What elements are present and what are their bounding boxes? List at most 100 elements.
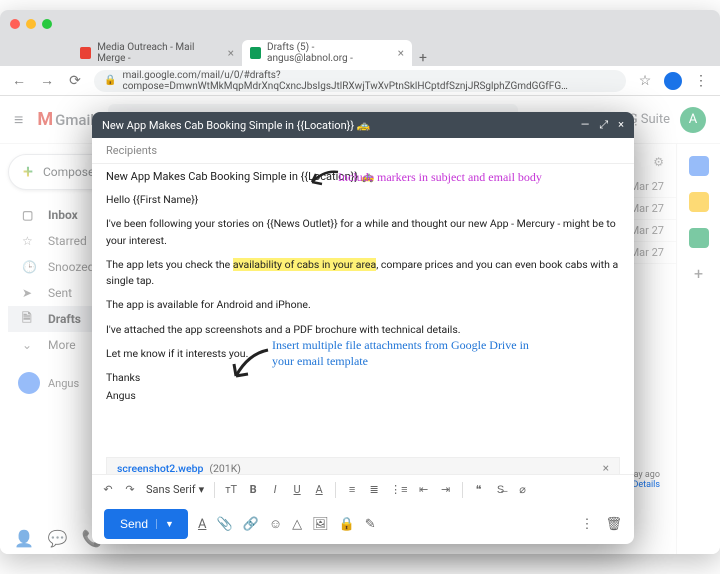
addons-plus-icon[interactable]: +: [694, 264, 703, 283]
browser-tab-1[interactable]: Drafts (5) - angus@labnol.org - ×: [242, 40, 412, 66]
confidential-icon[interactable]: 🔒: [339, 517, 355, 532]
body-sig2: Angus: [106, 388, 620, 404]
indent-less-icon[interactable]: ⇤: [418, 483, 430, 496]
gmail-m-icon: M: [37, 109, 53, 130]
strikethrough-icon[interactable]: S̶: [495, 483, 507, 496]
file-icon: 🗎: [22, 309, 36, 330]
compose-label: Compose: [43, 165, 94, 179]
insert-link-icon[interactable]: 🔗: [243, 517, 259, 532]
insert-emoji-icon[interactable]: ☺: [269, 516, 282, 532]
send-bar: Send ▼ A 📎 🔗 ☺ △ 🖼 🔒 ✎ ⋮ 🗑: [92, 504, 634, 544]
account-avatar[interactable]: A: [680, 107, 706, 133]
discard-draft-icon[interactable]: 🗑: [605, 517, 622, 532]
inbox-icon: ▢: [22, 208, 36, 222]
sheets-favicon-icon: [80, 47, 91, 59]
profile-icon[interactable]: [664, 72, 682, 90]
tab-title: Media Outreach - Mail Merge -: [97, 42, 221, 64]
menu-icon[interactable]: ≡: [14, 110, 23, 130]
chrome-menu-icon[interactable]: ⋮: [692, 73, 710, 89]
clear-format-icon[interactable]: ⌀: [517, 483, 529, 496]
minimize-window-dot[interactable]: [26, 19, 36, 29]
compose-window: New App Makes Cab Booking Simple in {{Lo…: [92, 112, 634, 544]
numbered-list-icon[interactable]: ≣: [368, 483, 380, 496]
text-color-icon[interactable]: A: [313, 483, 325, 496]
font-size-icon[interactable]: тT: [225, 483, 237, 496]
body-greeting: Hello {{First Name}}: [106, 192, 620, 208]
address-bar-row: ← → ⟳ 🔒 mail.google.com/mail/u/0/#drafts…: [0, 66, 720, 96]
tab-close-icon[interactable]: ×: [228, 46, 234, 60]
undo-icon[interactable]: ↶: [102, 483, 114, 496]
reload-icon[interactable]: ⟳: [66, 73, 84, 89]
italic-icon[interactable]: I: [269, 483, 281, 496]
hangouts-contacts-icon[interactable]: 👤: [14, 529, 34, 548]
close-icon[interactable]: ×: [618, 118, 624, 132]
send-options-caret[interactable]: ▼: [156, 519, 174, 529]
body-p5: Let me know if it interests you.: [106, 346, 620, 362]
star-icon: ☆: [22, 234, 36, 248]
insert-drive-icon[interactable]: △: [292, 517, 302, 532]
attach-file-icon[interactable]: 📎: [216, 517, 232, 532]
insert-signature-icon[interactable]: ✎: [365, 517, 376, 532]
popout-icon[interactable]: ⤢: [599, 118, 608, 132]
compose-titlebar[interactable]: New App Makes Cab Booking Simple in {{Lo…: [92, 112, 634, 138]
highlight-text: availability of cabs in your area: [233, 258, 376, 271]
hangouts-bar: 👤 💬 📞: [14, 529, 102, 548]
keep-addon-icon[interactable]: [689, 192, 709, 212]
new-tab-button[interactable]: +: [412, 50, 434, 66]
bulleted-list-icon[interactable]: ⋮≡: [390, 483, 407, 496]
send-button[interactable]: Send ▼: [104, 509, 188, 539]
body-p1: I've been following your stories on {{Ne…: [106, 216, 620, 249]
compose-body[interactable]: Hello {{First Name}} I've been following…: [92, 188, 634, 474]
body-p3: The app is available for Android and iPh…: [106, 297, 620, 313]
close-window-dot[interactable]: [10, 19, 20, 29]
attachments: screenshot2.webp(201K)× screenshots1.web…: [106, 457, 620, 474]
remove-attachment-icon[interactable]: ×: [603, 459, 609, 474]
compose-title: New App Makes Cab Booking Simple in {{Lo…: [102, 119, 371, 132]
tab-close-icon[interactable]: ×: [398, 46, 404, 60]
indent-more-icon[interactable]: ⇥: [440, 483, 452, 496]
gmail-logo[interactable]: M Gmail: [37, 109, 94, 130]
body-p2: The app lets you check the availability …: [106, 257, 620, 290]
more-options-icon[interactable]: ⋮: [580, 517, 593, 532]
contact-avatar-icon: [18, 372, 40, 394]
underline-icon[interactable]: U: [291, 483, 303, 496]
hangouts-chat-icon[interactable]: 💬: [48, 529, 68, 548]
tab-title: Drafts (5) - angus@labnol.org -: [267, 42, 392, 64]
quote-icon[interactable]: ❝: [473, 483, 485, 496]
lock-icon: 🔒: [104, 75, 116, 86]
recipients-field[interactable]: Recipients: [92, 138, 634, 164]
chevron-down-icon: ▾: [199, 483, 205, 496]
body-p4: I've attached the app screenshots and a …: [106, 322, 620, 338]
insert-photo-icon[interactable]: 🖼: [312, 517, 329, 532]
gsuite-label: G Suite: [629, 112, 670, 127]
gmail-favicon-icon: [250, 47, 261, 59]
forward-icon[interactable]: →: [38, 72, 56, 89]
tasks-addon-icon[interactable]: [689, 228, 709, 248]
back-icon[interactable]: ←: [10, 72, 28, 89]
format-toolbar: ↶ ↷ Sans Serif ▾ тT B I U A ≡ ≣ ⋮≡ ⇤ ⇥ ❝…: [92, 474, 634, 504]
subject-field[interactable]: New App Makes Cab Booking Simple in {{Lo…: [92, 164, 634, 188]
formatting-icon[interactable]: A: [198, 517, 206, 532]
side-panel: +: [676, 144, 720, 554]
font-selector[interactable]: Sans Serif ▾: [146, 483, 204, 496]
settings-gear-icon[interactable]: ⚙: [653, 155, 664, 169]
maximize-window-dot[interactable]: [42, 19, 52, 29]
tab-strip: Media Outreach - Mail Merge - × Drafts (…: [0, 38, 720, 66]
chevron-down-icon: ⌄: [22, 338, 36, 352]
align-icon[interactable]: ≡: [346, 483, 358, 496]
attachment-row[interactable]: screenshot2.webp(201K)×: [106, 457, 620, 474]
minimize-icon[interactable]: —: [581, 118, 590, 132]
url-text: mail.google.com/mail/u/0/#drafts?compose…: [122, 70, 616, 92]
plus-icon: +: [23, 162, 33, 183]
body-sig1: Thanks: [106, 370, 620, 386]
window-titlebar: [0, 10, 720, 38]
address-bar[interactable]: 🔒 mail.google.com/mail/u/0/#drafts?compo…: [94, 70, 626, 92]
bold-icon[interactable]: B: [247, 483, 259, 496]
calendar-addon-icon[interactable]: [689, 156, 709, 176]
clock-icon: 🕒: [22, 260, 36, 274]
star-icon[interactable]: ☆: [636, 73, 654, 89]
redo-icon[interactable]: ↷: [124, 483, 136, 496]
gmail-logo-text: Gmail: [55, 111, 94, 129]
browser-tab-0[interactable]: Media Outreach - Mail Merge - ×: [72, 40, 242, 66]
send-icon: ➤: [22, 286, 36, 300]
